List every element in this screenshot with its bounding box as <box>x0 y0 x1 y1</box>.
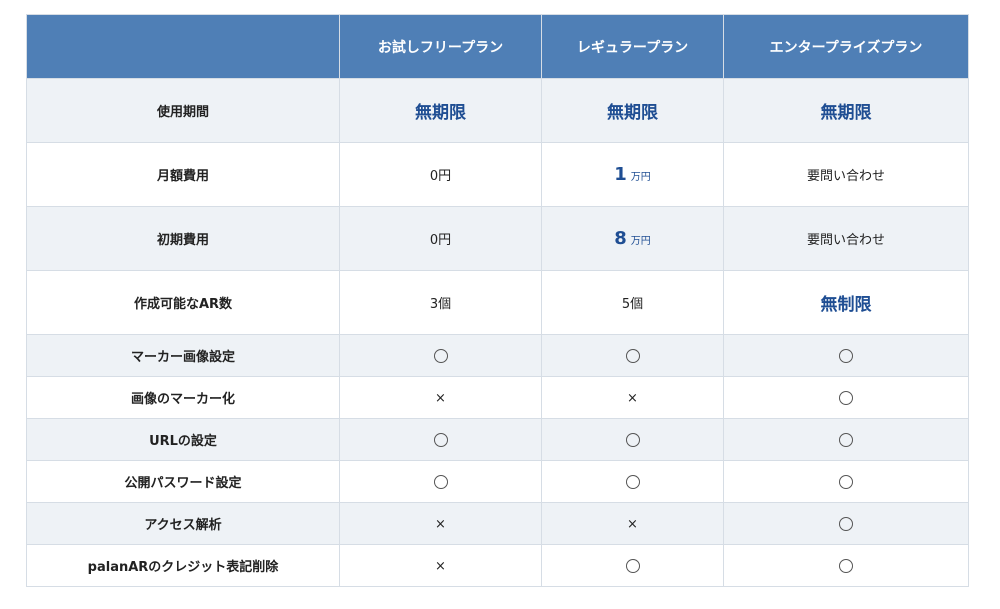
available-circle-icon <box>625 474 640 489</box>
cell-regular: 8 万円 <box>541 206 724 271</box>
unavailable-cross-icon: × <box>627 390 638 406</box>
table-row: マーカー画像設定 <box>26 334 969 377</box>
cell-enterprise: 無期限 <box>723 78 969 143</box>
cell-regular: × <box>541 376 724 419</box>
available-circle-icon <box>839 432 853 447</box>
table-row: アクセス解析 × × <box>26 502 969 545</box>
cell-free <box>339 418 542 461</box>
price-unit: 万円 <box>630 236 651 247</box>
plain-value: 0円 <box>429 233 452 248</box>
cell-enterprise: 無制限 <box>723 270 969 335</box>
cell-enterprise <box>723 418 969 461</box>
price-value: 1 <box>614 164 627 185</box>
cell-free: 0円 <box>339 142 542 207</box>
plain-value: 要問い合わせ <box>806 169 885 184</box>
plan-comparison-table: お試しフリープラン レギュラープラン エンタープライズプラン 使用期間 無期限 無期… <box>26 14 969 587</box>
table-row: 作成可能なAR数 3個 5個 無制限 <box>26 270 969 335</box>
header-plan-enterprise: エンタープライズプラン <box>723 14 969 79</box>
row-label: 画像のマーカー化 <box>26 376 340 419</box>
accent-value: 無期限 <box>607 103 658 123</box>
cell-enterprise <box>723 544 969 587</box>
row-label: 公開パスワード設定 <box>26 460 340 503</box>
row-label: 使用期間 <box>26 78 340 143</box>
cell-regular: 無期限 <box>541 78 724 143</box>
unavailable-cross-icon: × <box>435 516 446 532</box>
cell-free: × <box>339 376 542 419</box>
table-row: 月額費用 0円 1 万円 要問い合わせ <box>26 142 969 207</box>
row-label: 初期費用 <box>26 206 340 271</box>
available-circle-icon <box>839 474 853 489</box>
plain-value: 要問い合わせ <box>806 233 885 248</box>
available-circle-icon <box>433 348 448 363</box>
accent-value: 無期限 <box>415 103 466 123</box>
header-corner <box>26 14 340 79</box>
cell-free: 0円 <box>339 206 542 271</box>
plan-comparison: お試しフリープラン レギュラープラン エンタープライズプラン 使用期間 無期限 無期… <box>26 14 969 587</box>
cell-regular <box>541 544 724 587</box>
cell-free: × <box>339 502 542 545</box>
header-plan-free: お試しフリープラン <box>339 14 542 79</box>
cell-regular: × <box>541 502 724 545</box>
plain-value: 5個 <box>621 297 644 312</box>
available-circle-icon <box>625 348 640 363</box>
unavailable-cross-icon: × <box>435 558 446 574</box>
table-row: 初期費用 0円 8 万円 要問い合わせ <box>26 206 969 271</box>
cell-free: 3個 <box>339 270 542 335</box>
cell-regular: 1 万円 <box>541 142 724 207</box>
row-label: アクセス解析 <box>26 502 340 545</box>
available-circle-icon <box>839 516 853 531</box>
cell-free: × <box>339 544 542 587</box>
cell-free: 無期限 <box>339 78 542 143</box>
price-unit: 万円 <box>630 172 651 183</box>
available-circle-icon <box>839 348 853 363</box>
row-label: palanARのクレジット表記削除 <box>26 544 340 587</box>
row-label: マーカー画像設定 <box>26 334 340 377</box>
available-circle-icon <box>625 432 640 447</box>
unavailable-cross-icon: × <box>435 390 446 406</box>
plain-value: 3個 <box>429 297 452 312</box>
available-circle-icon <box>839 558 853 573</box>
row-label: 月額費用 <box>26 142 340 207</box>
cell-free <box>339 334 542 377</box>
cell-enterprise <box>723 376 969 419</box>
cell-enterprise <box>723 334 969 377</box>
cell-regular <box>541 460 724 503</box>
row-label: URLの設定 <box>26 418 340 461</box>
cell-regular <box>541 334 724 377</box>
cell-enterprise: 要問い合わせ <box>723 142 969 207</box>
available-circle-icon <box>625 558 640 573</box>
accent-value: 無制限 <box>820 295 872 315</box>
table-row: 公開パスワード設定 <box>26 460 969 503</box>
price-value: 8 <box>614 228 627 249</box>
cell-free <box>339 460 542 503</box>
plain-value: 0円 <box>429 169 452 184</box>
table-row: 使用期間 無期限 無期限 無期限 <box>26 78 969 143</box>
table-row: palanARのクレジット表記削除 × <box>26 544 969 587</box>
accent-value: 無期限 <box>820 103 872 123</box>
available-circle-icon <box>433 432 448 447</box>
available-circle-icon <box>839 390 853 405</box>
header-row: お試しフリープラン レギュラープラン エンタープライズプラン <box>26 14 969 79</box>
row-label: 作成可能なAR数 <box>26 270 340 335</box>
cell-regular <box>541 418 724 461</box>
available-circle-icon <box>433 474 448 489</box>
table-row: 画像のマーカー化 × × <box>26 376 969 419</box>
unavailable-cross-icon: × <box>627 516 638 532</box>
cell-enterprise <box>723 502 969 545</box>
cell-enterprise <box>723 460 969 503</box>
cell-regular: 5個 <box>541 270 724 335</box>
table-row: URLの設定 <box>26 418 969 461</box>
header-plan-regular: レギュラープラン <box>541 14 724 79</box>
cell-enterprise: 要問い合わせ <box>723 206 969 271</box>
